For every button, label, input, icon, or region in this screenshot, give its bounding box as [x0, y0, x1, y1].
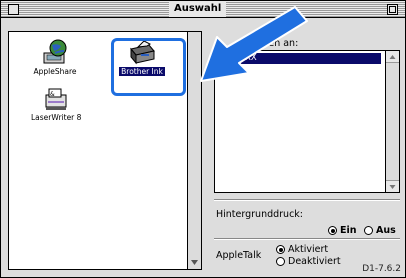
- driver-list-scrollbar[interactable]: [187, 32, 201, 269]
- chooser-item-appleshare[interactable]: AppleShare: [33, 39, 77, 76]
- chooser-item-label: Brother Ink: [119, 67, 165, 76]
- close-box-icon[interactable]: [8, 4, 19, 15]
- port-list-item[interactable]: FC-XXXX: [217, 53, 381, 64]
- radio-unselected-icon: [276, 257, 285, 266]
- appletalk-inactive-radio[interactable]: Deaktiviert: [276, 256, 341, 267]
- window-title: Auswahl: [169, 1, 227, 17]
- chooser-window: Auswahl AppleShare Brother Ink & LaserWr…: [0, 0, 406, 278]
- chooser-item-label: LaserWriter 8: [31, 113, 82, 122]
- zoom-box-icon[interactable]: [387, 4, 398, 15]
- svg-text:&: &: [50, 91, 55, 98]
- driver-list[interactable]: AppleShare Brother Ink & LaserWriter 8: [8, 31, 202, 270]
- divider: [214, 238, 400, 240]
- appleshare-globe-icon: [43, 39, 67, 64]
- radio-label: Aktiviert: [288, 244, 329, 255]
- radio-unselected-icon: [364, 226, 373, 235]
- background-printing-on-radio[interactable]: Ein: [328, 225, 357, 236]
- radio-label: Aus: [376, 225, 396, 236]
- scroll-down-arrow-icon: [389, 185, 396, 189]
- inkjet-printer-icon: [130, 40, 155, 65]
- background-printing-off-radio[interactable]: Aus: [364, 225, 396, 236]
- divider: [214, 199, 400, 201]
- radio-label: Deaktiviert: [288, 256, 341, 267]
- scroll-down-button[interactable]: [386, 180, 399, 192]
- chooser-item-laserwriter[interactable]: & LaserWriter 8: [31, 87, 81, 122]
- chooser-item-label: AppleShare: [33, 67, 77, 76]
- connect-to-label: chließen an:: [240, 38, 299, 49]
- background-printing-label: Hintergrunddruck:: [216, 209, 304, 220]
- radio-selected-icon: [276, 245, 285, 254]
- radio-selected-icon: [328, 226, 337, 235]
- appletalk-active-radio[interactable]: Aktiviert: [276, 244, 328, 255]
- port-list-scrollbar[interactable]: [385, 51, 399, 192]
- printer-port-list[interactable]: FC-XXXX: [214, 50, 400, 193]
- laserwriter-icon: &: [45, 88, 67, 110]
- scroll-up-arrow-icon: [389, 55, 396, 59]
- chooser-item-brother-ink[interactable]: Brother Ink: [119, 39, 165, 76]
- appletalk-label: AppleTalk: [216, 250, 262, 261]
- scroll-up-button[interactable]: [386, 51, 399, 63]
- radio-label: Ein: [340, 225, 357, 236]
- title-bar[interactable]: Auswahl: [1, 1, 405, 18]
- scroll-down-arrow-icon[interactable]: [190, 258, 199, 267]
- version-label: D1-7.6.2: [362, 264, 401, 274]
